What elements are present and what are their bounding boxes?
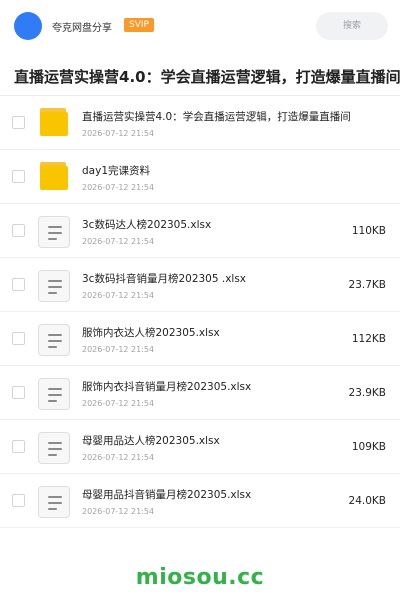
file-name: 服饰内衣达人榜202305.xlsx	[82, 327, 220, 339]
file-size: 23.7KB	[348, 279, 386, 291]
avatar[interactable]	[14, 12, 42, 40]
file-name: 3c数码达人榜202305.xlsx	[82, 219, 212, 231]
file-checkbox[interactable]	[12, 278, 25, 291]
file-row[interactable]: day1完课资料 2026-07-12 21:54	[0, 150, 400, 204]
file-date: 2026-07-12 21:54	[82, 399, 155, 408]
document-icon	[38, 486, 70, 518]
file-size: 23.9KB	[348, 387, 386, 399]
file-checkbox[interactable]	[12, 440, 25, 453]
share-title-bar: 直播运营实操营4.0：学会直播运营逻辑，打造爆量直播间	[0, 52, 400, 96]
document-icon	[38, 432, 70, 464]
share-name: 夸克网盘分享	[52, 23, 112, 34]
document-icon	[38, 216, 70, 248]
file-checkbox[interactable]	[12, 170, 25, 183]
file-row[interactable]: 服饰内衣抖音销量月榜202305.xlsx 2026-07-12 21:54 2…	[0, 366, 400, 420]
search-input[interactable]: 搜索	[316, 12, 388, 40]
file-row[interactable]: 直播运营实操营4.0：学会直播运营逻辑，打造爆量直播间 2026-07-12 2…	[0, 96, 400, 150]
page-title: 直播运营实操营4.0：学会直播运营逻辑，打造爆量直播间	[14, 68, 400, 86]
file-date: 2026-07-12 21:54	[82, 183, 155, 192]
file-date: 2026-07-12 21:54	[82, 507, 155, 516]
file-name: 3c数码抖音销量月榜202305 .xlsx	[82, 273, 247, 285]
folder-icon	[38, 108, 70, 138]
file-checkbox[interactable]	[12, 224, 25, 237]
file-size: 112KB	[351, 333, 386, 345]
file-date: 2026-07-12 21:54	[82, 237, 155, 246]
file-checkbox[interactable]	[12, 386, 25, 399]
file-name: day1完课资料	[82, 165, 150, 177]
file-list: 直播运营实操营4.0：学会直播运营逻辑，打造爆量直播间 2026-07-12 2…	[0, 96, 400, 528]
file-row[interactable]: 服饰内衣达人榜202305.xlsx 2026-07-12 21:54 112K…	[0, 312, 400, 366]
file-name: 直播运营实操营4.0：学会直播运营逻辑，打造爆量直播间	[82, 111, 351, 123]
file-size: 109KB	[351, 441, 386, 453]
document-icon	[38, 270, 70, 302]
share-header: 夸克网盘分享 SVIP 搜索	[0, 0, 400, 52]
folder-icon	[38, 162, 70, 192]
file-row[interactable]: 3c数码达人榜202305.xlsx 2026-07-12 21:54 110K…	[0, 204, 400, 258]
file-size: 24.0KB	[348, 495, 386, 507]
file-date: 2026-07-12 21:54	[82, 453, 155, 462]
file-row[interactable]: 3c数码抖音销量月榜202305 .xlsx 2026-07-12 21:54 …	[0, 258, 400, 312]
file-checkbox[interactable]	[12, 332, 25, 345]
svip-badge: SVIP	[124, 18, 154, 32]
file-name: 服饰内衣抖音销量月榜202305.xlsx	[82, 381, 252, 393]
file-row[interactable]: 母婴用品达人榜202305.xlsx 2026-07-12 21:54 109K…	[0, 420, 400, 474]
footer-watermark: miosou.cc	[0, 555, 400, 600]
file-row[interactable]: 母婴用品抖音销量月榜202305.xlsx 2026-07-12 21:54 2…	[0, 474, 400, 528]
document-icon	[38, 378, 70, 410]
file-date: 2026-07-12 21:54	[82, 345, 155, 354]
file-checkbox[interactable]	[12, 116, 25, 129]
file-checkbox[interactable]	[12, 494, 25, 507]
file-date: 2026-07-12 21:54	[82, 291, 155, 300]
file-size: 110KB	[351, 225, 386, 237]
brand-watermark: miosou.cc	[135, 565, 265, 590]
file-name: 母婴用品达人榜202305.xlsx	[82, 435, 220, 447]
document-icon	[38, 324, 70, 356]
file-name: 母婴用品抖音销量月榜202305.xlsx	[82, 489, 252, 501]
file-date: 2026-07-12 21:54	[82, 129, 155, 138]
